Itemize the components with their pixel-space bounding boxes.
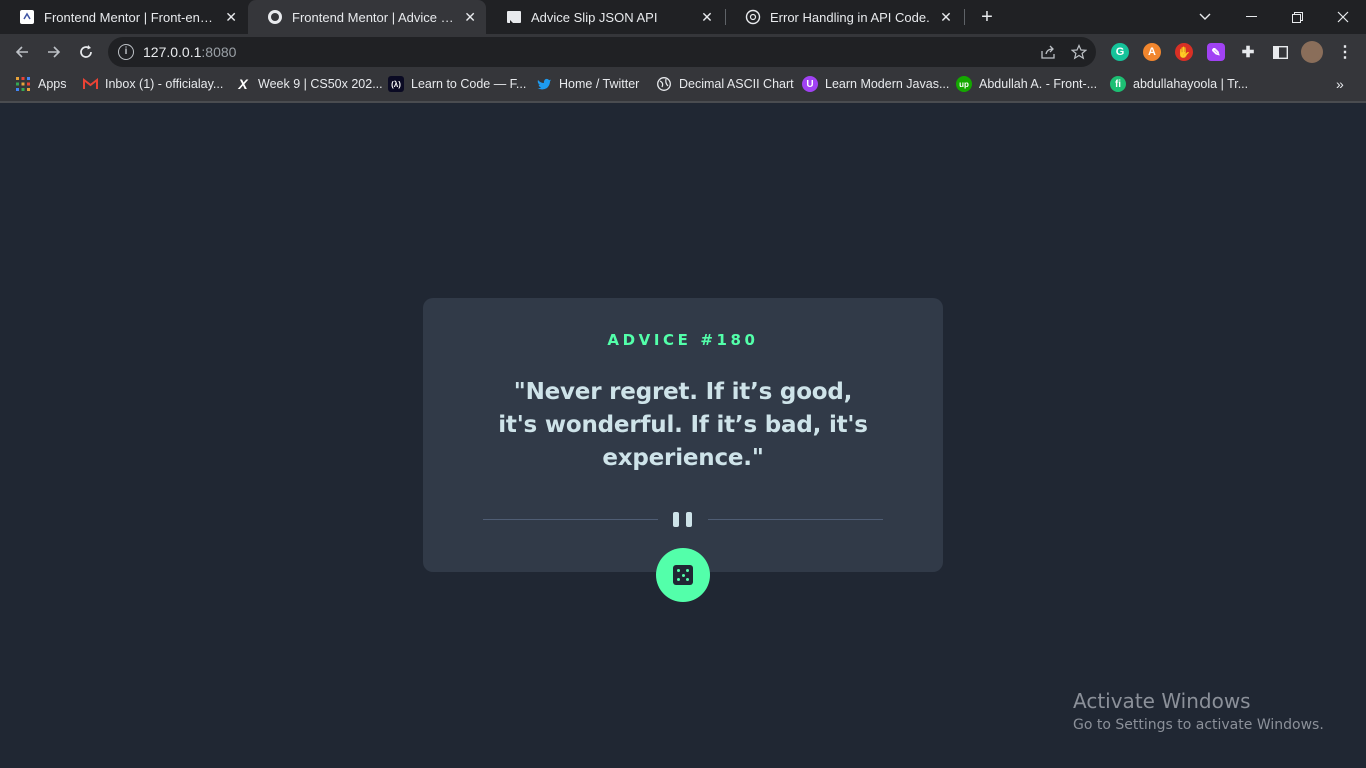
address-bar[interactable]: i 127.0.0.1:8080 — [108, 37, 1096, 67]
bookmark-label: Home / Twitter — [559, 77, 640, 91]
dice-icon — [673, 565, 693, 585]
course-icon: U — [802, 76, 818, 92]
advice-slip-icon — [506, 9, 522, 25]
apps-grid-icon — [15, 76, 31, 92]
tab-close-icon[interactable]: ✕ — [464, 9, 476, 25]
tab-title: Frontend Mentor | Advice generator app — [292, 9, 458, 25]
profile-avatar[interactable] — [1301, 41, 1323, 63]
bookmark-freecodecamp[interactable]: (λ) Learn to Code — F... — [388, 75, 526, 93]
advice-quote: "Never regret. If it’s good, it's wonder… — [498, 379, 868, 471]
generate-advice-button[interactable] — [656, 548, 710, 602]
forward-button[interactable] — [40, 38, 68, 66]
gmail-icon — [82, 76, 98, 92]
tab-separator — [964, 9, 965, 25]
extensions-puzzle-icon[interactable]: ✚ — [1239, 43, 1257, 61]
tab-title: Error Handling in API Code. — [770, 9, 930, 25]
browser-toolbar: i 127.0.0.1:8080 G A ✋ ✎ ✚ ⋮ — [0, 34, 1366, 70]
grammarly-icon[interactable]: G — [1111, 43, 1129, 61]
bookmark-modern-js[interactable]: U Learn Modern Javas... — [802, 75, 949, 93]
watermark-subtitle: Go to Settings to activate Windows. — [1073, 717, 1324, 733]
bookmark-label: Apps — [38, 77, 67, 91]
bookmark-ascii-chart[interactable]: Decimal ASCII Chart — [656, 75, 794, 93]
chatgpt-icon — [745, 9, 761, 25]
close-window-button[interactable] — [1320, 0, 1366, 34]
restore-button[interactable] — [1274, 0, 1320, 34]
tab-advice-generator[interactable]: Frontend Mentor | Advice generator app ✕ — [248, 0, 486, 34]
extension-hand-icon[interactable]: ✋ — [1175, 43, 1193, 61]
tab-close-icon[interactable]: ✕ — [938, 9, 954, 25]
page-icon — [267, 9, 283, 25]
frontend-mentor-icon — [19, 9, 35, 25]
globe-icon — [656, 76, 672, 92]
bookmark-label: abdullahayoola | Tr... — [1133, 77, 1249, 91]
bookmark-fiverr[interactable]: fi abdullahayoola | Tr... — [1110, 75, 1248, 93]
tab-search-icon[interactable] — [1182, 0, 1228, 34]
url-port: :8080 — [201, 44, 237, 60]
toolbar-divider — [0, 101, 1366, 103]
advice-id: ADVICE #180 — [607, 331, 759, 349]
freecodecamp-icon: (λ) — [388, 76, 404, 92]
minimize-button[interactable] — [1228, 0, 1274, 34]
bookmark-cs50[interactable]: X Week 9 | CS50x 202... — [235, 75, 383, 93]
tab-error-handling[interactable]: Error Handling in API Code. ✕ — [726, 0, 964, 34]
tab-title: Advice Slip JSON API — [531, 9, 658, 25]
bookmark-label: Abdullah A. - Front-... — [979, 77, 1098, 91]
divider-right — [708, 519, 883, 520]
url-text: 127.0.0.1:8080 — [143, 44, 236, 60]
bookmark-label: Learn to Code — F... — [411, 77, 527, 91]
bookmark-label: Week 9 | CS50x 202... — [258, 77, 383, 91]
new-tab-button[interactable]: + — [976, 6, 998, 28]
x-icon: X — [238, 76, 248, 92]
bookmark-upwork[interactable]: up Abdullah A. - Front-... — [956, 75, 1097, 93]
tab-title: Frontend Mentor | Front-end coding chall… — [44, 9, 219, 25]
color-picker-icon[interactable]: ✎ — [1207, 43, 1225, 61]
upwork-icon: up — [956, 76, 972, 92]
bookmark-label: Inbox (1) - officialay... — [105, 77, 224, 91]
tab-advice-slip-api[interactable]: Advice Slip JSON API ✕ — [487, 0, 725, 34]
tab-close-icon[interactable]: ✕ — [225, 9, 237, 25]
side-panel-icon[interactable] — [1271, 43, 1289, 61]
bookmarks-bar: Apps Inbox (1) - officialay... X Week 9 … — [0, 70, 1366, 98]
bookmarks-overflow-icon[interactable]: » — [1336, 75, 1344, 93]
more-menu-icon[interactable]: ⋮ — [1336, 43, 1354, 61]
fiverr-icon: fi — [1110, 76, 1126, 92]
windows-activation-watermark: Activate Windows Go to Settings to activ… — [1073, 689, 1324, 733]
pause-icon-left-bar — [673, 512, 679, 527]
bookmark-twitter[interactable]: Home / Twitter — [536, 75, 639, 93]
share-icon[interactable] — [1040, 43, 1058, 61]
bookmark-label: Learn Modern Javas... — [825, 77, 950, 91]
back-button[interactable] — [8, 38, 36, 66]
divider-left — [483, 519, 658, 520]
tab-strip: Frontend Mentor | Front-end coding chall… — [0, 0, 1366, 34]
bookmark-gmail[interactable]: Inbox (1) - officialay... — [82, 75, 223, 93]
bookmark-apps[interactable]: Apps — [15, 75, 67, 93]
extension-a-icon[interactable]: A — [1143, 43, 1161, 61]
browser-chrome: Frontend Mentor | Front-end coding chall… — [0, 0, 1366, 103]
twitter-icon — [536, 76, 552, 92]
watermark-title: Activate Windows — [1073, 689, 1251, 713]
tab-close-icon[interactable]: ✕ — [699, 9, 715, 25]
reload-button[interactable] — [72, 38, 100, 66]
bookmark-star-icon[interactable] — [1070, 43, 1088, 61]
pause-icon-right-bar — [686, 512, 692, 527]
tab-frontend-mentor[interactable]: Frontend Mentor | Front-end coding chall… — [0, 0, 247, 34]
url-host: 127.0.0.1 — [143, 44, 202, 60]
bookmark-label: Decimal ASCII Chart — [679, 77, 794, 91]
site-info-icon[interactable]: i — [118, 44, 134, 60]
